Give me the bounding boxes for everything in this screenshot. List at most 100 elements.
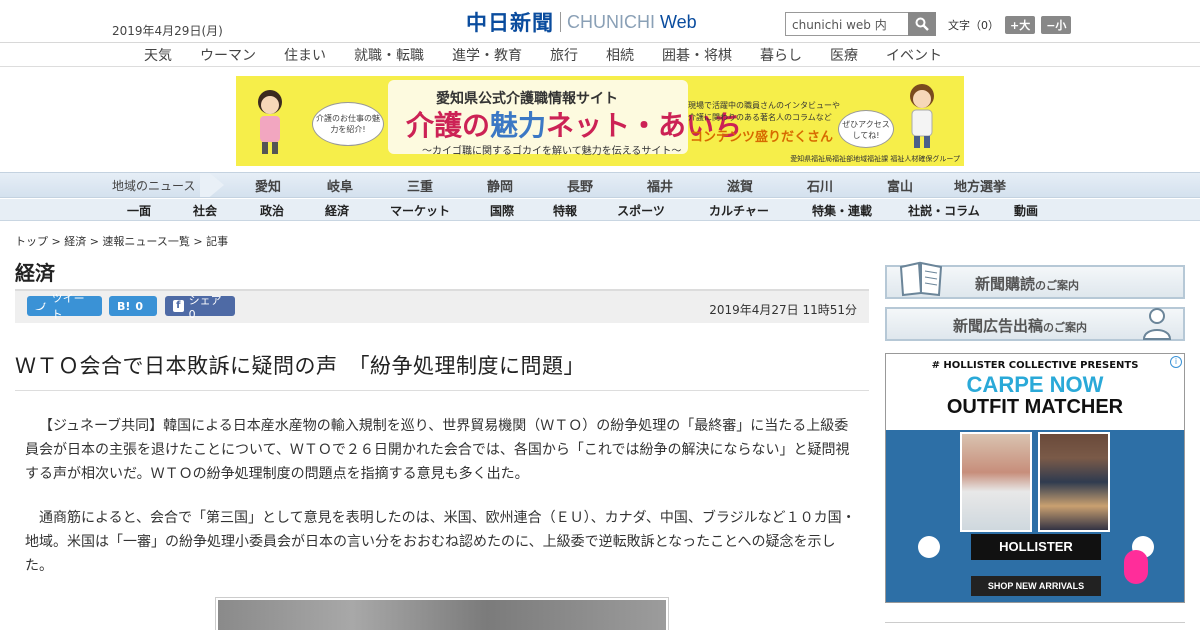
current-date: 2019年4月29日(月): [112, 24, 223, 38]
gnav-item[interactable]: 囲碁・将棋: [648, 45, 746, 65]
subscribe-text: 新聞購読のご案内: [975, 273, 1079, 294]
gnav-item[interactable]: イベント: [872, 45, 956, 65]
category-item[interactable]: 特集・連載: [792, 202, 892, 219]
ad-right-highlight: コンテンツ盛りだくさん: [690, 130, 834, 145]
ad-placement-small: のご案内: [1043, 321, 1088, 334]
subscribe-small: のご案内: [1035, 279, 1080, 292]
logo-separator: [560, 12, 561, 32]
hatena-b-icon: B!: [117, 299, 131, 313]
font-size-label: 文字（0）: [948, 19, 999, 32]
ad-placement-text: 新聞広告出稿のご案内: [953, 315, 1087, 336]
logo-kanji: 中日新聞: [466, 11, 554, 35]
tweet-button[interactable]: ツイート: [27, 292, 102, 321]
site-search: [785, 12, 936, 36]
article-paragraph: 【ジュネーブ共同】韓国による日本産水産物の輸入規制を巡り、世界貿易機関（ＷＴＯ）…: [25, 418, 850, 482]
hollister-brand: HOLLISTER: [971, 534, 1101, 560]
breadcrumb[interactable]: トップ > 経済 > 速報ニュース一覧 > 記事: [15, 233, 228, 249]
hollister-ad[interactable]: i # HOLLISTER COLLECTIVE PRESENTS CARPE …: [885, 353, 1185, 603]
hook-icon: [1124, 550, 1148, 584]
category-item[interactable]: マーケット: [370, 202, 470, 219]
subscribe-label: 新聞購読: [975, 275, 1036, 293]
gnav-item[interactable]: ウーマン: [186, 45, 270, 65]
section-title: 経済: [15, 261, 55, 285]
gnav-item[interactable]: 相続: [592, 45, 648, 65]
category-item[interactable]: 動画: [996, 202, 1056, 219]
article-paragraph: 通商筋によると、会合で「第三国」として意見を表明したのは、米国、欧州連合（ＥＵ）…: [25, 510, 856, 574]
region-item[interactable]: 愛知: [236, 176, 300, 195]
facebook-f-icon: f: [173, 300, 184, 312]
photo-image: [218, 600, 666, 630]
category-item[interactable]: 経済: [304, 202, 370, 219]
outfit-image-right: [1038, 432, 1110, 532]
article-body: 【ジュネーブ共同】韓国による日本産水産物の輸入規制を巡り、世界貿易機関（ＷＴＯ）…: [25, 414, 857, 598]
site-logo[interactable]: 中日新聞 CHUNICHI Web: [466, 8, 697, 36]
region-item[interactable]: 静岡: [460, 176, 540, 195]
facebook-share-label: シェア 0: [188, 293, 222, 321]
category-item[interactable]: 特報: [534, 202, 596, 219]
hollister-presents: # HOLLISTER COLLECTIVE PRESENTS: [931, 360, 1139, 371]
gnav-item[interactable]: 医療: [816, 45, 872, 65]
shop-new-arrivals-button[interactable]: SHOP NEW ARRIVALS: [971, 576, 1101, 596]
region-nav-label: 地域のニュース: [112, 179, 196, 193]
gnav-item[interactable]: 住まい: [270, 45, 340, 65]
region-item[interactable]: 石川: [780, 176, 860, 195]
logo-web: Web: [660, 11, 697, 32]
ad-placement-banner[interactable]: 新聞広告出稿のご案内: [885, 307, 1185, 341]
gnav-item[interactable]: 旅行: [536, 45, 592, 65]
tweet-label: ツイート: [51, 292, 85, 321]
category-item[interactable]: スポーツ: [596, 202, 686, 219]
gnav-item[interactable]: 天気: [130, 45, 186, 65]
category-nav: 一面 社会 政治 経済 マーケット 国際 特報 スポーツ カルチャー 特集・連載…: [0, 199, 1200, 221]
hatena-count: 0: [135, 299, 144, 313]
region-item[interactable]: 地方選挙: [940, 176, 1020, 195]
region-item[interactable]: 三重: [380, 176, 460, 195]
category-item[interactable]: 国際: [470, 202, 534, 219]
category-item[interactable]: 社説・コラム: [892, 202, 996, 219]
region-item[interactable]: 長野: [540, 176, 620, 195]
ad-right-line-1: 現場で活躍中の職員さんのインタビューや: [688, 101, 840, 110]
region-item[interactable]: 富山: [860, 176, 940, 195]
hatena-bookmark-button[interactable]: B! 0: [109, 296, 157, 316]
logo-latin: CHUNICHI: [567, 11, 655, 32]
region-item[interactable]: 滋賀: [700, 176, 780, 195]
category-item[interactable]: カルチャー: [686, 202, 792, 219]
chevron-right-icon: [200, 173, 224, 197]
twitter-bird-icon: [35, 302, 47, 311]
search-button[interactable]: [908, 12, 936, 36]
ad-bubble-right: ぜひアクセスしてね!: [838, 110, 894, 148]
hollister-carpe: CARPE NOW: [966, 372, 1104, 397]
font-size-control: 文字（0） +大 −小: [948, 16, 1072, 34]
ad-main-a: 介護の: [406, 109, 491, 142]
top-bar: 2019年4月29日(月) 中日新聞 CHUNICHI Web 文字（0） +大…: [0, 0, 1200, 43]
font-smaller-button[interactable]: −小: [1041, 16, 1072, 34]
ad-banner[interactable]: 介護のお仕事の魅力を紹介! 愛知県公式介護職情報サイト 介護の魅力ネット・あいち…: [236, 76, 964, 166]
ad-footer: 愛知県福祉局福祉部地域福祉課 福祉人材確保グループ: [790, 155, 960, 163]
hollister-outfit: OUTFIT MATCHER: [946, 396, 1124, 418]
fire-icon: [918, 536, 940, 558]
region-item[interactable]: 岐阜: [300, 176, 380, 195]
category-item[interactable]: 一面: [108, 202, 170, 219]
newspaper-icon: [899, 261, 943, 297]
facebook-share-button[interactable]: f シェア 0: [165, 294, 235, 321]
article-photo[interactable]: [215, 597, 669, 630]
category-item[interactable]: 社会: [170, 202, 240, 219]
font-bigger-button[interactable]: +大: [1005, 16, 1036, 34]
subscribe-banner[interactable]: 新聞購読のご案内: [885, 261, 1185, 299]
ad-right-text: 現場で活躍中の職員さんのインタビューや 介護に関わりのある著名人のコラムなど: [688, 100, 840, 124]
article-headline: ＷＴＯ会合で日本敗訴に疑問の声 「紛争処理制度に問題」: [15, 354, 585, 378]
ad-subtitle: 〜カイゴ職に関するゴカイを解いて魅力を伝えるサイト〜: [422, 146, 682, 157]
published-date: 2019年4月27日 11時51分: [709, 303, 857, 317]
ad-main-b: 魅力: [490, 109, 547, 142]
character-illustration-right: [910, 84, 934, 148]
person-icon: [1142, 308, 1172, 340]
category-item[interactable]: 政治: [240, 202, 304, 219]
region-item[interactable]: 福井: [620, 176, 700, 195]
gnav-item[interactable]: 暮らし: [746, 45, 816, 65]
ad-bubble-left: 介護のお仕事の魅力を紹介!: [312, 102, 384, 146]
gnav-item[interactable]: 進学・教育: [438, 45, 536, 65]
gnav-item[interactable]: 就職・転職: [340, 45, 438, 65]
search-input[interactable]: [785, 12, 908, 36]
divider: [15, 390, 869, 391]
search-icon: [915, 17, 929, 31]
ad-right-line-2: 介護に関わりのある著名人のコラムなど: [688, 113, 832, 122]
